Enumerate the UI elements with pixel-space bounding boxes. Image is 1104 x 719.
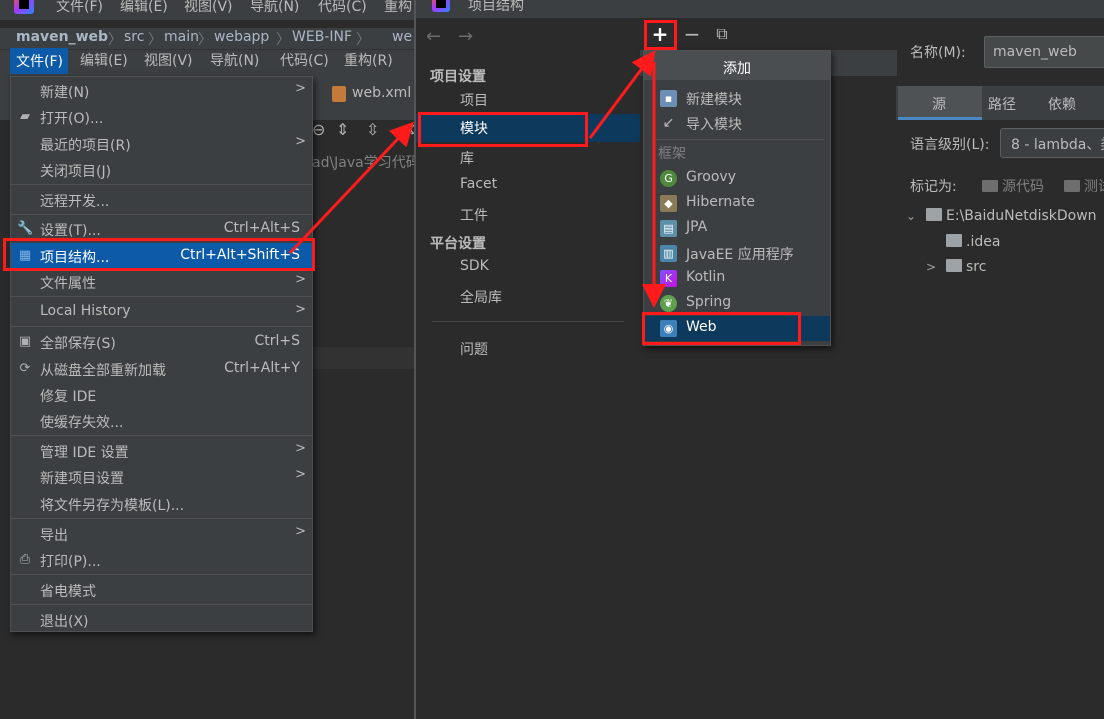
arrow-to-modules — [288, 121, 415, 255]
annotation-arrows — [288, 50, 666, 308]
arrow-to-add — [588, 50, 656, 139]
